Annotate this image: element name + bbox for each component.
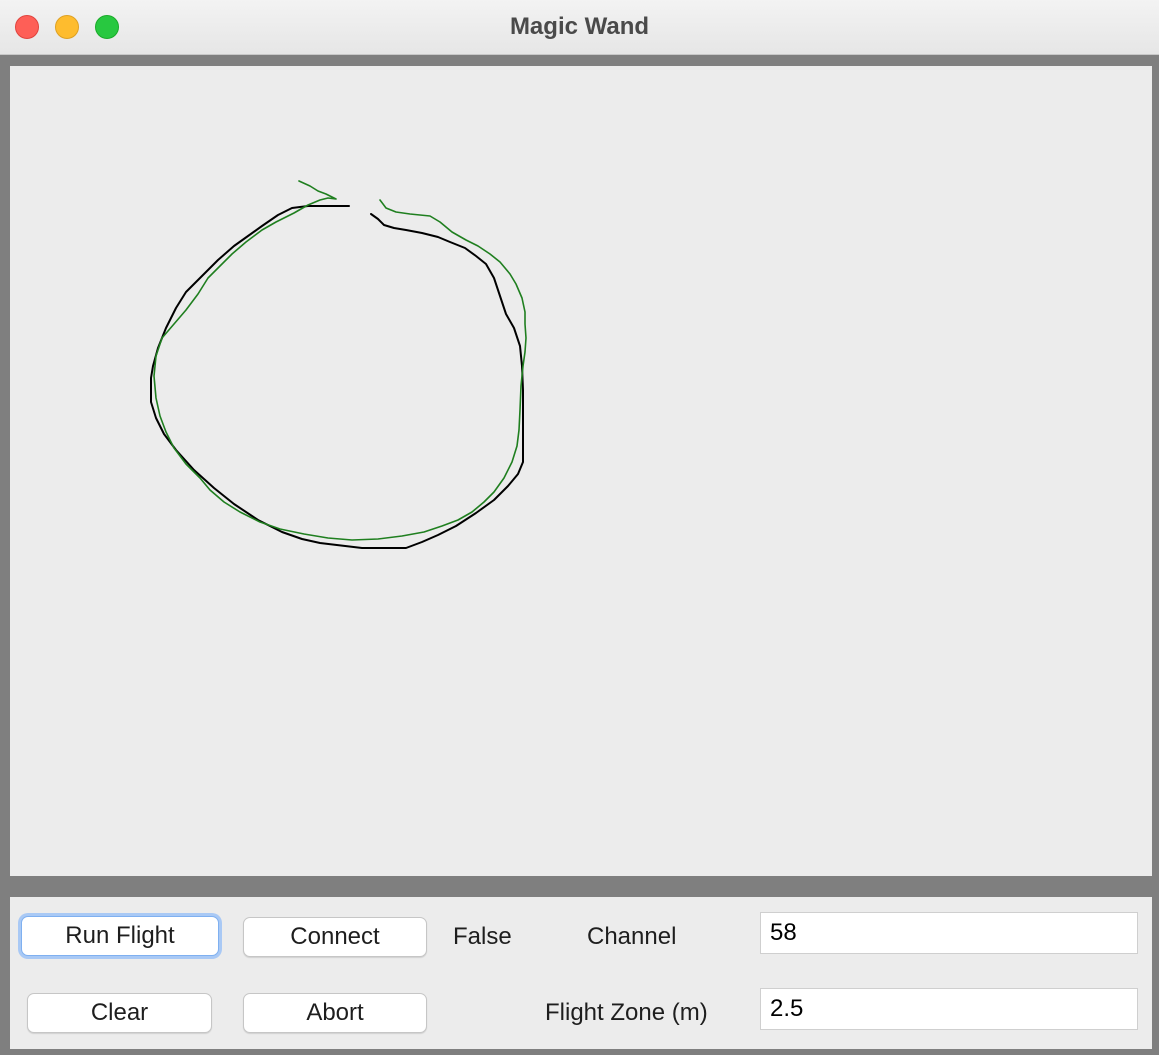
connection-status-text: False: [453, 923, 512, 950]
connect-button[interactable]: Connect: [243, 917, 427, 957]
drawing-surface: [150, 180, 527, 549]
title-bar: Magic Wand: [0, 0, 1159, 55]
channel-label: Channel: [587, 923, 677, 950]
drawn-path: [150, 205, 524, 549]
clear-button[interactable]: Clear: [27, 993, 212, 1033]
drawing-canvas[interactable]: [10, 66, 1152, 876]
run-flight-button[interactable]: Run Flight: [21, 916, 219, 956]
flight-zone-input[interactable]: [760, 988, 1138, 1030]
channel-input[interactable]: [760, 912, 1138, 954]
control-panel: Run Flight Connect False Channel Clear A…: [10, 897, 1152, 1049]
flight-zone-label: Flight Zone (m): [545, 999, 708, 1026]
abort-button[interactable]: Abort: [243, 993, 427, 1033]
app-window: Magic Wand Run Flight Connect False Chan…: [0, 0, 1159, 1055]
window-title: Magic Wand: [509, 13, 650, 40]
flight-path: [153, 180, 527, 541]
